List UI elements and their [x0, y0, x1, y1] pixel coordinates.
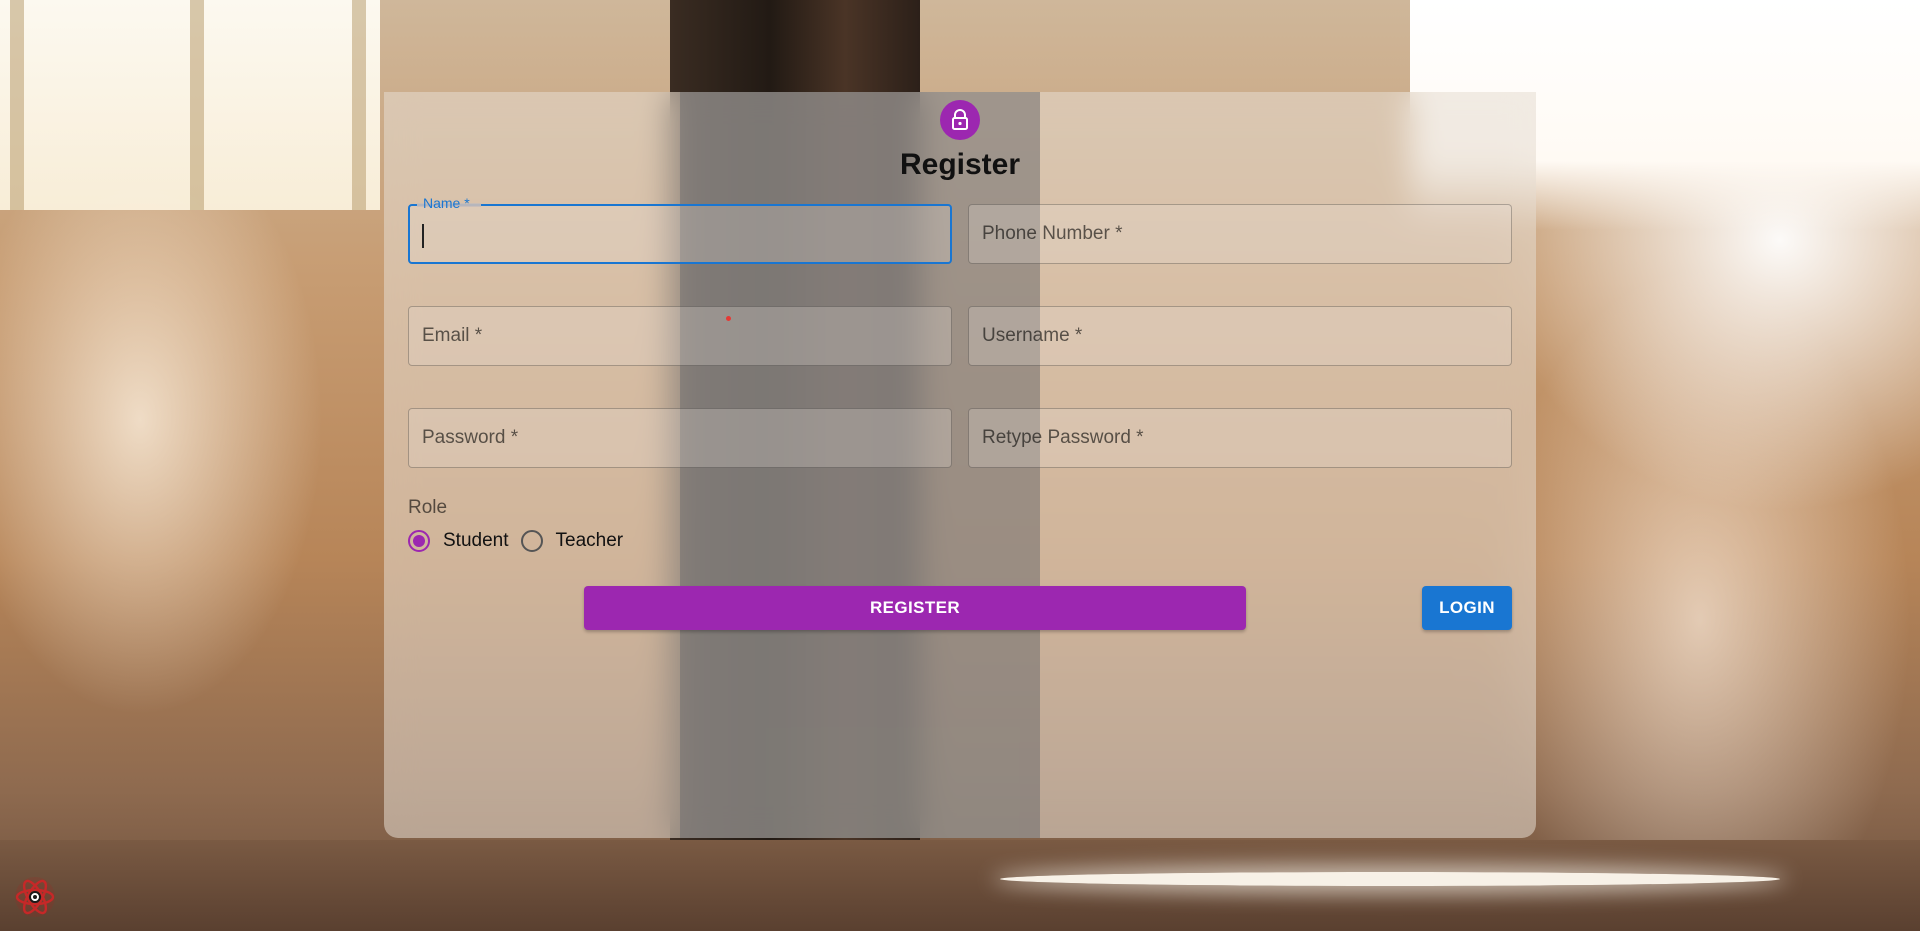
radio-checked-icon[interactable] [408, 530, 430, 552]
background-floor-light [1000, 872, 1780, 886]
radio-option-label: Student [443, 530, 509, 551]
email-field[interactable]: Email * [408, 306, 952, 366]
name-field[interactable]: Name * [408, 195, 952, 264]
role-radio-group: Student Teacher [408, 530, 635, 552]
radio-option-student[interactable]: Student [408, 530, 509, 552]
lock-icon [940, 100, 980, 140]
phone-number-field-label: Phone Number * [982, 223, 1123, 244]
retype-password-field[interactable]: Retype Password * [968, 408, 1512, 468]
react-icon[interactable] [14, 876, 56, 918]
password-field[interactable]: Password * [408, 408, 952, 468]
cursor-dot [726, 316, 731, 321]
page-title: Register [899, 148, 1021, 181]
password-field-label: Password * [422, 427, 519, 448]
radio-option-label: Teacher [555, 530, 624, 551]
register-panel: Register Name * Phone Number * Email * U… [384, 92, 1536, 838]
register-button[interactable]: REGISTER [584, 586, 1246, 630]
text-caret [422, 224, 424, 248]
radio-option-teacher[interactable]: Teacher [520, 530, 624, 552]
username-field-label: Username * [982, 325, 1083, 346]
username-field[interactable]: Username * [968, 306, 1512, 366]
email-field-label: Email * [422, 325, 483, 346]
phone-number-field[interactable]: Phone Number * [968, 204, 1512, 264]
name-field-label: Name * [423, 195, 470, 211]
login-button[interactable]: LOGIN [1422, 586, 1512, 630]
background-floor [0, 840, 1920, 931]
background-window [0, 0, 380, 210]
retype-password-field-label: Retype Password * [982, 427, 1144, 448]
radio-unchecked-icon[interactable] [520, 530, 543, 552]
role-label: Role [408, 497, 448, 518]
